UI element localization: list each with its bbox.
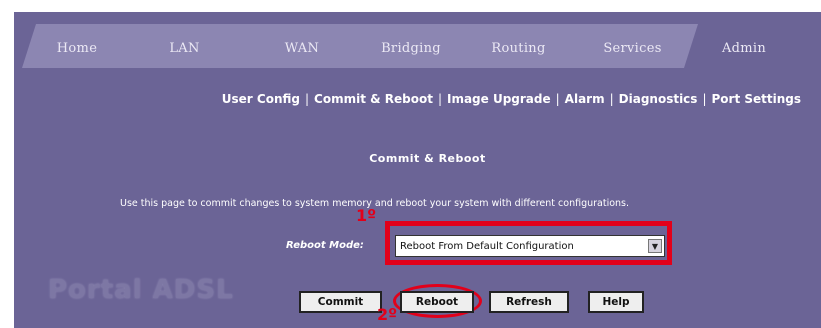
commit-button[interactable]: Commit bbox=[299, 291, 382, 313]
tab-bridging-label: Bridging bbox=[381, 40, 441, 56]
refresh-button[interactable]: Refresh bbox=[489, 291, 569, 313]
tab-lan[interactable]: LAN bbox=[116, 20, 253, 68]
subnav-alarm[interactable]: Alarm bbox=[565, 92, 605, 106]
tab-lan-label: LAN bbox=[169, 40, 200, 56]
tab-home-label: Home bbox=[56, 40, 98, 56]
router-admin-page: Home LAN WAN Bridging Routing Services A… bbox=[0, 0, 821, 328]
help-button[interactable]: Help bbox=[588, 291, 644, 313]
portal-adsl-watermark: Portal ADSL bbox=[48, 275, 234, 305]
tab-wan[interactable]: WAN bbox=[238, 20, 366, 68]
page-title: Commit & Reboot bbox=[369, 152, 486, 165]
tab-routing-label: Routing bbox=[491, 40, 546, 56]
reboot-button[interactable]: Reboot bbox=[400, 291, 474, 313]
dropdown-arrow-icon[interactable]: ▼ bbox=[648, 239, 662, 253]
subnav-separator: | bbox=[609, 92, 614, 106]
tab-routing[interactable]: Routing bbox=[456, 20, 581, 68]
subnav-separator: | bbox=[702, 92, 707, 106]
admin-subnav: User Config | Commit & Reboot | Image Upgrad… bbox=[14, 92, 821, 106]
tab-bridging[interactable]: Bridging bbox=[351, 20, 471, 68]
subnav-port-settings[interactable]: Port Settings bbox=[711, 92, 801, 106]
tab-admin[interactable]: Admin bbox=[684, 20, 804, 68]
subnav-separator: | bbox=[555, 92, 560, 106]
tab-wan-label: WAN bbox=[284, 40, 320, 56]
annotation-step-2: 2º bbox=[377, 305, 398, 324]
subnav-user-config[interactable]: User Config bbox=[222, 92, 300, 106]
subnav-diagnostics[interactable]: Diagnostics bbox=[619, 92, 698, 106]
reboot-mode-selected-value: Reboot From Default Configuration bbox=[400, 240, 574, 252]
reboot-mode-label: Reboot Mode: bbox=[286, 240, 364, 251]
subnav-commit-reboot[interactable]: Commit & Reboot bbox=[314, 92, 433, 106]
tab-services[interactable]: Services bbox=[566, 20, 699, 68]
annotation-step-1: 1º bbox=[356, 206, 377, 225]
reboot-mode-select[interactable]: Reboot From Default Configuration ▼ bbox=[395, 235, 665, 257]
tab-services-label: Services bbox=[603, 40, 662, 56]
subnav-separator: | bbox=[437, 92, 442, 106]
subnav-separator: | bbox=[304, 92, 310, 106]
subnav-image-upgrade[interactable]: Image Upgrade bbox=[447, 92, 551, 106]
tab-admin-label: Admin bbox=[721, 40, 767, 56]
